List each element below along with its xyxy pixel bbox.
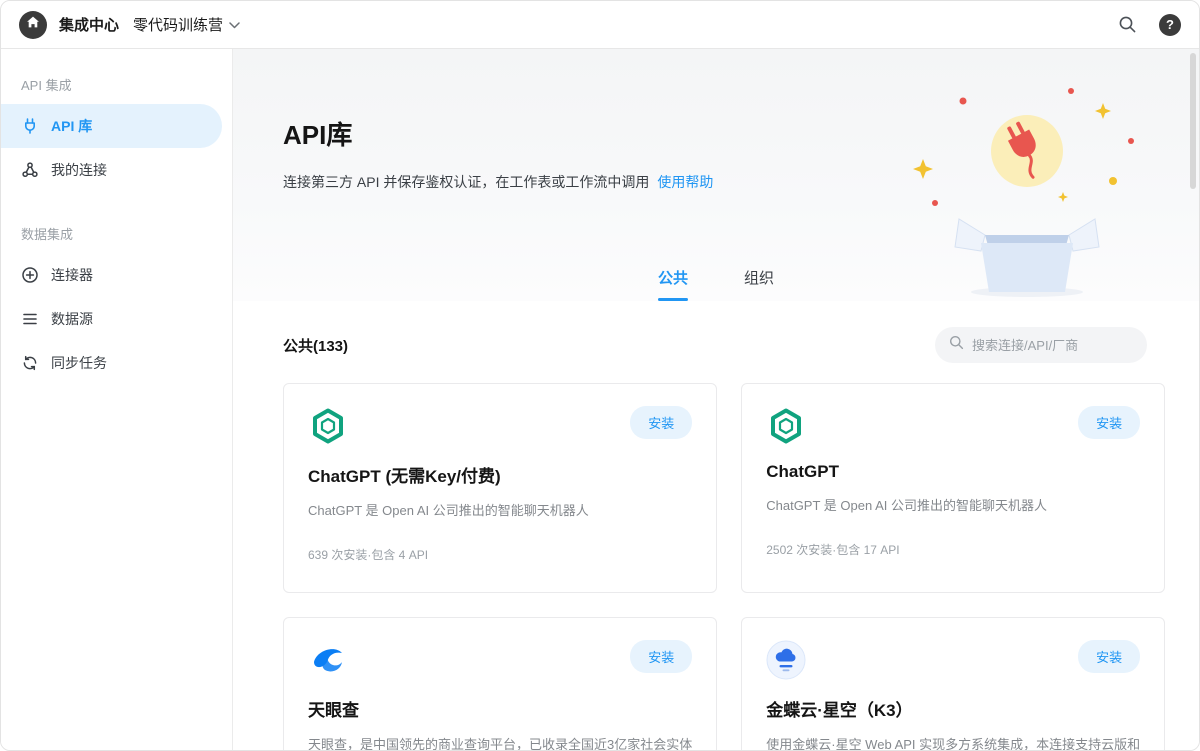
sidebar-item-datasource[interactable]: 数据源: [1, 297, 222, 341]
kingdee-logo-icon: [766, 640, 806, 680]
api-card-title: ChatGPT (无需Key/付费): [308, 462, 692, 487]
api-cards-grid: 安装 ChatGPT (无需Key/付费) ChatGPT 是 Open AI …: [283, 383, 1147, 750]
sync-icon: [21, 354, 39, 372]
sidebar-item-label: 连接器: [51, 265, 93, 285]
page-subtitle-text: 连接第三方 API 并保存鉴权认证，在工作表或工作流中调用: [283, 174, 649, 190]
page-title: API库: [283, 115, 713, 152]
sidebar-item-label: API 库: [51, 116, 92, 136]
sidebar-section-data: 数据集成: [1, 208, 232, 253]
install-button[interactable]: 安装: [1078, 640, 1140, 673]
sidebar: API 集成 API 库 我的连接 数据集成 连接器 数据源: [1, 49, 233, 750]
api-card-meta: 2502 次安装·包含 17 API: [766, 541, 1140, 558]
chatgpt-logo-icon: [766, 406, 806, 446]
sidebar-section-api: API 集成: [1, 59, 232, 104]
api-card-chatgpt[interactable]: 安装 ChatGPT ChatGPT 是 Open AI 公司推出的智能聊天机器…: [741, 383, 1165, 593]
sidebar-item-label: 我的连接: [51, 160, 107, 180]
open-box-plug-illustration: [905, 83, 1145, 299]
api-card-tianyancha[interactable]: 安装 天眼查 天眼查，是中国领先的商业查询平台，已收录全国近3亿家社会实体: [283, 617, 717, 750]
api-card-title: ChatGPT: [766, 462, 1140, 482]
topbar-actions: ?: [1118, 14, 1181, 36]
workspace-switcher[interactable]: 零代码训练营: [133, 14, 240, 35]
list-count-title: 公共(133): [283, 335, 348, 356]
page-subtitle: 连接第三方 API 并保存鉴权认证，在工作表或工作流中调用使用帮助: [283, 172, 713, 192]
chevron-down-icon: [229, 16, 240, 33]
vertical-scrollbar[interactable]: [1190, 53, 1196, 189]
chatgpt-logo-icon: [308, 406, 348, 446]
api-card-title: 金蝶云·星空（K3）: [766, 696, 1140, 721]
api-card-description: 天眼查，是中国领先的商业查询平台，已收录全国近3亿家社会实体: [308, 734, 692, 750]
connections-icon: [21, 161, 39, 179]
integration-center-window: 集成中心 零代码训练营 ? API 集成 API 库 我的连接: [0, 0, 1200, 751]
search-icon-small: [949, 335, 964, 355]
tianyancha-logo-icon: [308, 640, 348, 680]
help-button[interactable]: ?: [1159, 14, 1181, 36]
install-button[interactable]: 安装: [1078, 406, 1140, 439]
scope-tabs: 公共 组织: [658, 267, 774, 301]
plug-icon: [21, 117, 39, 135]
home-button[interactable]: [19, 11, 47, 39]
api-card-chatgpt-nokey[interactable]: 安装 ChatGPT (无需Key/付费) ChatGPT 是 Open AI …: [283, 383, 717, 593]
api-card-description: 使用金蝶云·星空 Web API 实现多方系统集成，本连接支持云版和: [766, 734, 1140, 750]
search-icon[interactable]: [1118, 15, 1137, 34]
sidebar-item-label: 数据源: [51, 309, 93, 329]
install-button[interactable]: 安装: [630, 406, 692, 439]
plus-circle-icon: [21, 266, 39, 284]
sidebar-item-sync-tasks[interactable]: 同步任务: [1, 341, 222, 385]
api-list-section: 公共(133) 安装 ChatGP: [233, 301, 1199, 750]
api-card-meta: 639 次安装·包含 4 API: [308, 546, 692, 563]
list-icon: [21, 310, 39, 328]
tab-organization[interactable]: 组织: [744, 267, 774, 301]
app-title: 集成中心: [59, 14, 119, 35]
hero-banner: API库 连接第三方 API 并保存鉴权认证，在工作表或工作流中调用使用帮助: [233, 49, 1199, 301]
api-card-description: ChatGPT 是 Open AI 公司推出的智能聊天机器人: [766, 495, 1140, 514]
main-area: API库 连接第三方 API 并保存鉴权认证，在工作表或工作流中调用使用帮助: [233, 49, 1199, 750]
help-link[interactable]: 使用帮助: [657, 174, 713, 190]
sidebar-item-my-connections[interactable]: 我的连接: [1, 148, 222, 192]
api-card-title: 天眼查: [308, 696, 692, 721]
search-input[interactable]: [972, 338, 1148, 353]
install-button[interactable]: 安装: [630, 640, 692, 673]
tab-public-label: 公共: [658, 270, 688, 287]
tab-public[interactable]: 公共: [658, 267, 688, 301]
api-search-box[interactable]: [935, 327, 1147, 363]
home-icon: [26, 15, 40, 34]
tab-organization-label: 组织: [744, 270, 774, 287]
workspace-name: 零代码训练营: [133, 14, 223, 35]
sidebar-item-label: 同步任务: [51, 353, 107, 373]
api-card-kingdee[interactable]: 安装 金蝶云·星空（K3） 使用金蝶云·星空 Web API 实现多方系统集成，…: [741, 617, 1165, 750]
api-card-description: ChatGPT 是 Open AI 公司推出的智能聊天机器人: [308, 500, 692, 519]
topbar: 集成中心 零代码训练营 ?: [1, 1, 1199, 49]
sidebar-item-api-library[interactable]: API 库: [1, 104, 222, 148]
sidebar-item-connector[interactable]: 连接器: [1, 253, 222, 297]
